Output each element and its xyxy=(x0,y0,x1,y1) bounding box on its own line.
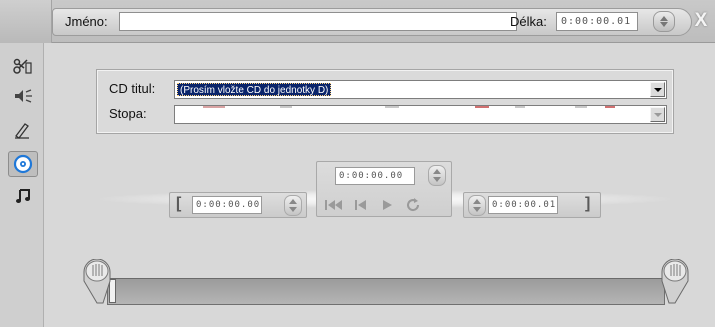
spin-down-icon[interactable] xyxy=(433,177,441,182)
spin-up-icon[interactable] xyxy=(473,199,481,204)
out-time-field[interactable]: 0:00:00.01 xyxy=(488,196,558,214)
track-marker xyxy=(515,106,525,108)
sidebar-item-title[interactable] xyxy=(8,117,38,143)
spin-up-icon[interactable] xyxy=(289,199,297,204)
chevron-down-icon[interactable] xyxy=(650,82,665,97)
track-dropdown[interactable] xyxy=(174,105,667,124)
cd-title-label: CD titul: xyxy=(109,81,156,96)
step-back-button[interactable] xyxy=(350,197,372,213)
out-point-control: 0:00:00.01 ] xyxy=(463,192,601,218)
sidebar-item-music[interactable] xyxy=(8,183,38,209)
sidebar-item-trim[interactable] xyxy=(8,53,38,79)
name-input[interactable] xyxy=(119,12,517,31)
title-panel: Jméno: Délka: 0:00:00.01 xyxy=(52,8,692,36)
length-label: Délka: xyxy=(510,14,547,29)
current-time-spinner[interactable] xyxy=(428,165,446,186)
loop-icon xyxy=(407,198,420,212)
track-label: Stopa: xyxy=(109,106,147,121)
in-point-control: [ 0:00:00.00 xyxy=(169,192,307,218)
step-back-icon xyxy=(355,200,366,210)
loop-button[interactable] xyxy=(402,197,424,213)
length-field[interactable]: 0:00:00.01 xyxy=(556,12,638,31)
trim-slider xyxy=(79,259,691,309)
out-bracket-button[interactable]: ] xyxy=(585,195,590,213)
close-button[interactable]: X xyxy=(689,9,713,33)
rewind-to-start-button[interactable] xyxy=(323,197,345,213)
cd-title-value: (Prosím vložte CD do jednotky D) xyxy=(177,83,332,96)
spin-down-icon[interactable] xyxy=(289,207,297,212)
tool-sidebar xyxy=(0,43,44,327)
title-bar: Jméno: Délka: 0:00:00.01 X xyxy=(0,0,715,43)
main-content: CD titul: (Prosím vložte CD do jednotky … xyxy=(45,44,715,327)
pen-icon xyxy=(15,123,29,139)
spin-down-icon[interactable] xyxy=(660,22,668,27)
play-button[interactable] xyxy=(376,197,398,213)
volume-icon xyxy=(15,89,32,103)
length-spinner[interactable] xyxy=(653,11,675,32)
spin-up-icon[interactable] xyxy=(660,16,668,21)
track-marker xyxy=(575,106,587,108)
in-time-spinner[interactable] xyxy=(284,195,302,216)
right-trim-handle[interactable] xyxy=(657,259,693,309)
track-marker xyxy=(203,106,225,108)
spin-up-icon[interactable] xyxy=(433,169,441,174)
left-trim-handle[interactable] xyxy=(79,259,115,309)
track-marker xyxy=(475,106,489,108)
scissors-icon xyxy=(13,58,32,74)
in-bracket-button[interactable]: [ xyxy=(176,195,181,213)
track-marker xyxy=(385,106,399,108)
current-time-field[interactable]: 0:00:00.00 xyxy=(335,167,415,185)
cd-audio-editor: Jméno: Délka: 0:00:00.01 X CD titul: (Pr… xyxy=(0,0,715,327)
track-marker xyxy=(280,106,292,108)
slider-track[interactable] xyxy=(107,278,665,305)
track-marker xyxy=(605,106,615,108)
chevron-down-icon[interactable] xyxy=(650,107,665,122)
sidebar-item-volume[interactable] xyxy=(8,83,38,109)
music-note-icon xyxy=(16,189,30,203)
cd-panel: CD titul: (Prosím vložte CD do jednotky … xyxy=(96,69,674,134)
skip-to-start-icon xyxy=(325,200,342,210)
cd-title-dropdown[interactable]: (Prosím vložte CD do jednotky D) xyxy=(174,80,667,99)
title-corner xyxy=(0,0,52,43)
sidebar-item-cd[interactable] xyxy=(8,151,38,177)
in-time-field[interactable]: 0:00:00.00 xyxy=(192,196,262,214)
cd-icon xyxy=(13,154,33,174)
name-label: Jméno: xyxy=(65,14,108,29)
spin-down-icon[interactable] xyxy=(473,207,481,212)
play-icon xyxy=(383,200,392,210)
out-time-spinner[interactable] xyxy=(468,195,486,216)
